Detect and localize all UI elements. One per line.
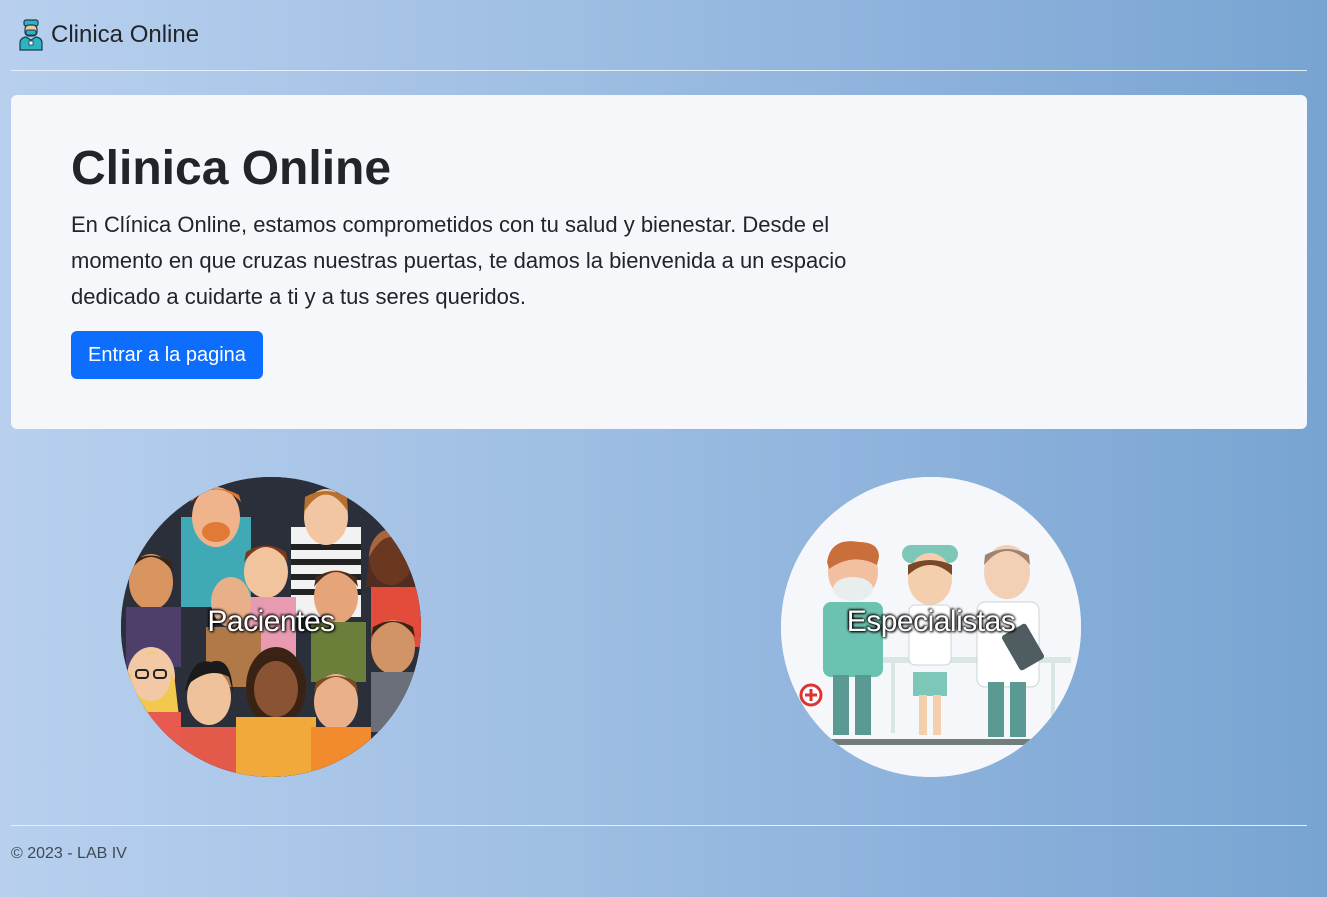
enter-page-button[interactable]: Entrar a la pagina bbox=[71, 331, 263, 379]
doctor-icon bbox=[17, 19, 45, 51]
hero-panel: Clinica Online En Clínica Online, estamo… bbox=[11, 95, 1307, 429]
footer: © 2023 - LAB IV bbox=[11, 825, 1307, 863]
navbar: Clinica Online bbox=[11, 0, 1307, 71]
pacientes-label: Pacientes bbox=[207, 605, 335, 638]
brand-link[interactable]: Clinica Online bbox=[17, 19, 199, 51]
hero-title: Clinica Online bbox=[71, 142, 392, 195]
footer-copyright: © 2023 - LAB IV bbox=[11, 845, 127, 862]
pacientes-card[interactable]: Pacientes bbox=[121, 477, 421, 777]
hero-description: En Clínica Online, estamos comprometidos… bbox=[71, 212, 847, 309]
brand-text: Clinica Online bbox=[51, 21, 200, 48]
especialistas-card[interactable]: Especialistas bbox=[781, 477, 1081, 777]
especialistas-label: Especialistas bbox=[846, 605, 1016, 638]
